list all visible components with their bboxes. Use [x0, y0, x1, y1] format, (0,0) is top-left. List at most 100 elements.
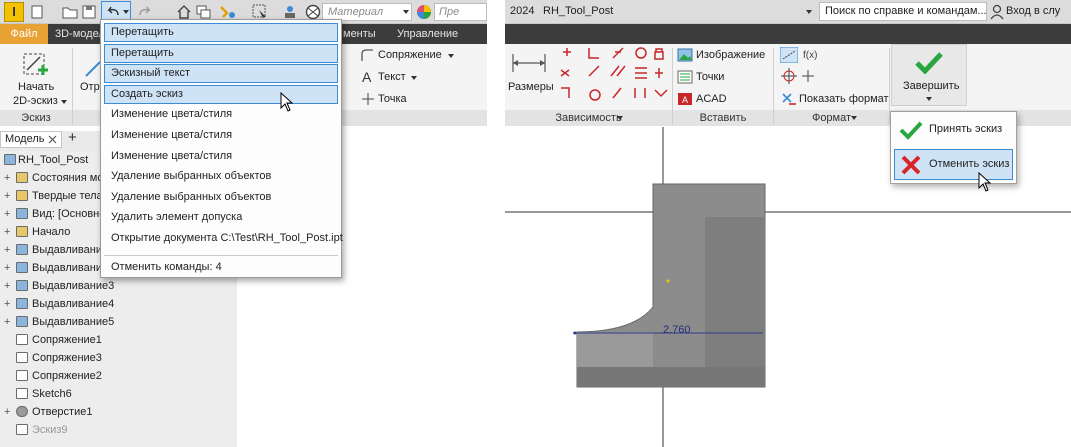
browser-add-tab-button[interactable]: + [68, 129, 77, 146]
open-folder-icon[interactable] [62, 5, 78, 19]
browser-tab-close-icon[interactable] [48, 135, 57, 144]
undo-menu-item[interactable]: Изменение цвета/стиля [104, 147, 338, 166]
undo-dropdown-icon[interactable] [123, 10, 129, 14]
color-wheel-icon[interactable] [416, 4, 432, 20]
undo-menu-item[interactable]: Перетащить [104, 43, 338, 63]
start-sketch-dropdown-icon[interactable] [61, 100, 67, 104]
undo-menu-item[interactable]: Изменение цвета/стиля [104, 105, 338, 124]
undo-arrow-icon [107, 6, 119, 16]
user-icon[interactable] [990, 4, 1004, 20]
start-sketch-icon[interactable] [22, 50, 52, 78]
undo-menu-item[interactable]: Открытие документа C:\Test\RH_Tool_Post.… [104, 229, 343, 248]
tree-item[interactable]: + Отверстие1 [0, 403, 237, 421]
sign-in-link[interactable]: Вход в слу [1006, 5, 1060, 17]
undo-menu-item[interactable]: Создать эскиз [104, 84, 338, 104]
tree-expand-icon[interactable]: + [4, 205, 10, 223]
sketch-icon [16, 388, 28, 399]
measure-icon[interactable] [282, 4, 298, 20]
image-insert-label[interactable]: Изображение [696, 49, 765, 61]
points-import-label[interactable]: Точки [696, 71, 724, 83]
tree-item-label: Выдавливание5 [32, 316, 115, 328]
start-sketch-label-2[interactable]: 2D-эскиз [13, 95, 58, 107]
material-dropdown-icon[interactable] [403, 10, 409, 14]
menu-divider [104, 255, 338, 256]
undo-menu-item[interactable]: Удалить элемент допуска [104, 208, 338, 227]
tree-expand-icon[interactable]: + [4, 295, 10, 313]
tab-file[interactable]: Файл [0, 24, 48, 44]
tree-expand-icon[interactable]: + [4, 403, 10, 421]
centerline-icon[interactable]: f(x) [803, 47, 819, 61]
svg-text:A: A [682, 95, 688, 105]
title-dropdown-icon[interactable] [806, 10, 812, 14]
tab-3d-model[interactable]: 3D-модел [55, 24, 105, 44]
new-file-icon[interactable] [30, 5, 44, 19]
tree-item[interactable]: + Выдавливание5 [0, 313, 237, 331]
tree-expand-icon[interactable]: + [4, 187, 10, 205]
show-format-label[interactable]: Показать формат [799, 93, 889, 105]
tree-item-label: RH_Tool_Post [18, 154, 89, 166]
constraints-icons[interactable] [555, 46, 671, 108]
tab-manage[interactable]: Управление [397, 24, 458, 44]
tree-expand-icon[interactable]: + [4, 241, 10, 259]
dimension-icon[interactable] [511, 52, 547, 74]
tree-item[interactable]: Сопряжение2 [0, 367, 237, 385]
tree-expand-icon[interactable]: + [4, 223, 10, 241]
undo-menu-item[interactable]: Удаление выбранных объектов [104, 188, 338, 207]
extrude-icon [16, 316, 28, 327]
tree-item[interactable]: + Выдавливание3 [0, 277, 237, 295]
dimension-label[interactable]: Размеры [508, 81, 554, 93]
finish-dropdown-icon[interactable] [926, 97, 932, 101]
tree-item[interactable]: Сопряжение3 [0, 349, 237, 367]
tree-item[interactable]: Sketch6 [0, 385, 237, 403]
windows-icon[interactable] [196, 5, 212, 19]
select-icon[interactable] [252, 4, 270, 20]
partial-ribbon-label[interactable]: Отр [80, 81, 100, 93]
undo-menu-item[interactable]: Перетащить [104, 23, 338, 42]
tab-tools[interactable]: менты [343, 24, 376, 44]
image-icon[interactable] [677, 48, 693, 62]
center-point-icon[interactable] [781, 68, 797, 84]
tree-item-label: Сопряжение1 [32, 334, 102, 346]
fillet-icon[interactable] [360, 48, 374, 62]
format-group-dropdown-icon[interactable] [851, 116, 857, 120]
dimension-value-label[interactable]: 2.760 [663, 324, 691, 336]
tree-expand-icon[interactable]: + [4, 277, 10, 295]
undo-count-label: Отменить команды: 4 [111, 261, 222, 273]
points-import-icon[interactable] [677, 70, 693, 84]
ribbon-group-insert: Вставить [673, 110, 773, 126]
tree-expand-icon[interactable]: + [4, 259, 10, 277]
point-tool-label[interactable]: Точка [378, 93, 407, 105]
driven-dimension-icon[interactable] [802, 70, 814, 82]
tree-expand-icon[interactable]: + [4, 313, 10, 331]
acad-import-label[interactable]: ACAD [696, 93, 727, 105]
tree-item[interactable]: Эскиз9 [0, 421, 237, 439]
text-tool-label[interactable]: Текст [378, 71, 406, 83]
construction-icon[interactable] [780, 47, 798, 63]
fillet-dropdown-icon[interactable] [448, 54, 454, 58]
tree-expand-icon[interactable]: + [4, 169, 10, 187]
home-icon[interactable] [176, 4, 192, 20]
appearance-ball-icon[interactable] [305, 4, 321, 20]
help-search-input[interactable]: Поиск по справке и командам... [819, 2, 987, 21]
right-screenshot-panel: 2024 RH_Tool_Post Поиск по справке и ком… [505, 0, 1071, 447]
save-icon[interactable] [82, 5, 96, 19]
tree-item[interactable]: Сопряжение1 [0, 331, 237, 349]
finish-label[interactable]: Завершить [903, 80, 959, 92]
text-dropdown-icon[interactable] [411, 76, 417, 80]
show-format-icon[interactable] [781, 92, 797, 106]
acad-icon[interactable]: A [677, 92, 693, 106]
constraints-group-dropdown-icon[interactable] [617, 116, 623, 120]
redo-arrow-icon[interactable] [137, 5, 153, 19]
undo-menu-item[interactable]: Изменение цвета/стиля [104, 126, 338, 145]
app-logo[interactable]: I [4, 2, 24, 22]
start-sketch-label-1[interactable]: Начать [18, 81, 54, 93]
point-icon[interactable] [362, 93, 374, 105]
text-tool-icon[interactable]: A [362, 69, 371, 85]
tree-item-label: Начало [32, 226, 71, 238]
appearance-combo[interactable]: Пре [434, 3, 487, 21]
ribbon-group-format: Формат [774, 110, 889, 126]
undo-menu-item[interactable]: Эскизный текст [104, 64, 338, 84]
fillet-label[interactable]: Сопряжение [378, 49, 442, 61]
undo-menu-item[interactable]: Удаление выбранных объектов [104, 167, 338, 186]
tree-item[interactable]: + Выдавливание4 [0, 295, 237, 313]
